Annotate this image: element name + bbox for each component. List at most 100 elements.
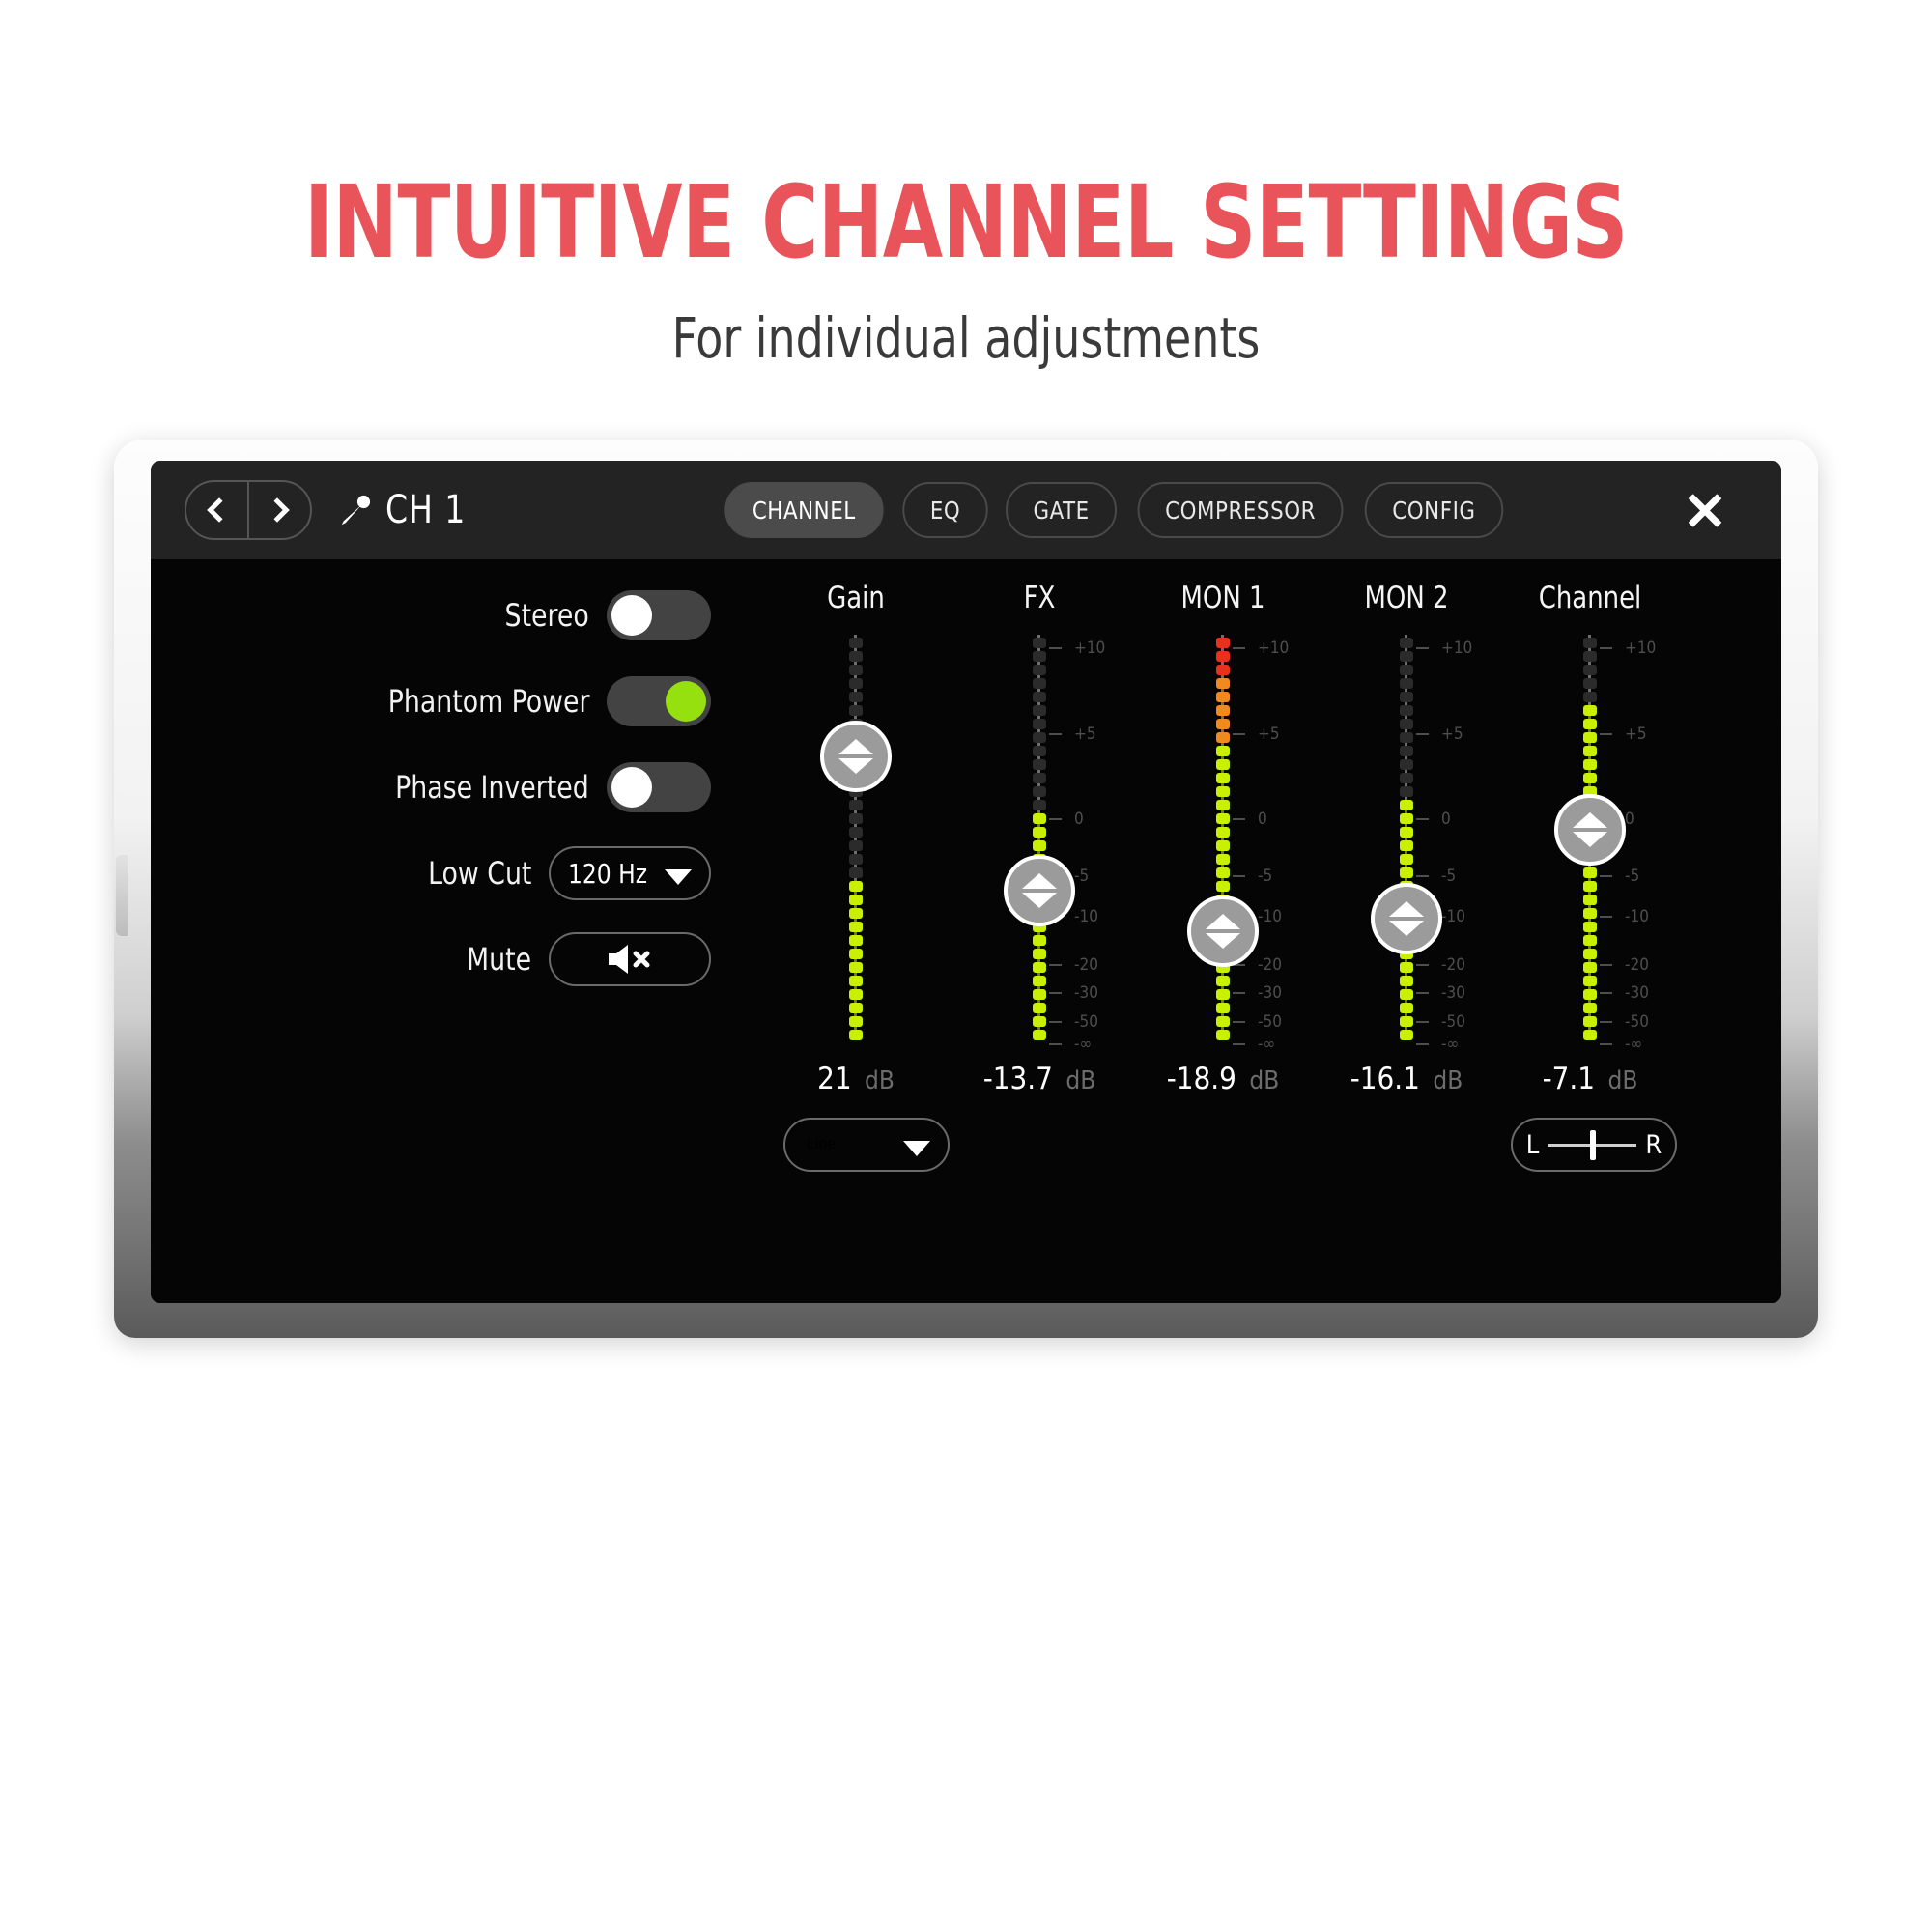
tick-label: -20 xyxy=(1441,955,1465,975)
toggle-knob xyxy=(666,681,706,722)
next-channel-button[interactable] xyxy=(247,482,310,538)
tab-gate[interactable]: GATE xyxy=(1005,482,1117,538)
tick-label: -20 xyxy=(1258,955,1282,975)
scale-tick: +10 xyxy=(1600,639,1656,658)
tick-label: -∞ xyxy=(1074,1034,1093,1054)
channel-settings-body: Stereo Phantom Power Phase Inverted Low … xyxy=(151,559,1781,1303)
fader-handle[interactable] xyxy=(820,721,892,792)
meter-segment xyxy=(1033,638,1046,648)
stereo-toggle[interactable] xyxy=(607,590,711,640)
fader-handle[interactable] xyxy=(1187,895,1259,967)
fader-handle[interactable] xyxy=(1004,854,1075,926)
tick-label: +5 xyxy=(1258,724,1280,744)
phantom-power-toggle[interactable] xyxy=(607,676,711,726)
tick-dash xyxy=(1600,647,1612,650)
meter-segment xyxy=(1583,773,1597,783)
meter-segment xyxy=(1400,678,1413,689)
value-readout: 21 dB xyxy=(769,1062,943,1096)
level-meter xyxy=(1216,635,1230,1040)
tick-label: +10 xyxy=(1441,639,1473,659)
value-unit: dB xyxy=(865,1066,895,1095)
meter-segment xyxy=(1216,719,1230,729)
caret-down-icon xyxy=(665,869,692,885)
meter-segment xyxy=(1033,678,1046,689)
tab-channel[interactable]: CHANNEL xyxy=(724,482,884,538)
pan-control[interactable]: L R xyxy=(1511,1118,1677,1172)
scale-tick: -50 xyxy=(1600,1012,1649,1032)
low-cut-dropdown[interactable]: 120 Hz xyxy=(549,846,711,900)
chevron-left-icon xyxy=(207,497,232,523)
value-number: -18.9 xyxy=(1166,1062,1236,1096)
meter-segment xyxy=(1216,1003,1230,1013)
value-number: 21 xyxy=(817,1062,852,1096)
meter-segment xyxy=(1033,813,1046,824)
tick-label: 0 xyxy=(1074,809,1084,829)
tick-dash xyxy=(1600,964,1612,966)
tick-dash xyxy=(1233,647,1245,650)
tab-compressor[interactable]: COMPRESSOR xyxy=(1137,482,1344,538)
pan-right-label: R xyxy=(1645,1129,1662,1160)
meter-segment xyxy=(1033,759,1046,770)
low-cut-row: Low Cut 120 Hz xyxy=(209,846,711,900)
tick-label: -5 xyxy=(1074,866,1090,886)
meter-segment xyxy=(1216,989,1230,1000)
tick-dash xyxy=(1049,1020,1062,1023)
tick-dash xyxy=(1416,647,1429,650)
tab-config[interactable]: CONFIG xyxy=(1364,482,1504,538)
triangle-down-icon xyxy=(838,758,873,774)
tick-label: -5 xyxy=(1441,866,1457,886)
tick-label: -∞ xyxy=(1441,1034,1460,1054)
fader-handle[interactable] xyxy=(1371,883,1442,954)
meter-segment xyxy=(849,651,863,662)
strip-channel: Channel +10 +5 0 -5 -10 -20 -30 -50 -∞ -7.1 dB xyxy=(1503,559,1677,1303)
tick-dash xyxy=(1049,647,1062,650)
db-scale: +10 +5 0 -5 -10 -20 -30 -50 -∞ xyxy=(1416,631,1503,1054)
meter-segment xyxy=(849,976,863,986)
tick-dash xyxy=(1233,992,1245,995)
close-icon[interactable] xyxy=(1683,488,1727,532)
scale-tick: +5 xyxy=(1600,724,1647,744)
meter-segment xyxy=(1583,949,1597,959)
scale-tick: +10 xyxy=(1416,639,1472,658)
tick-dash xyxy=(1049,1042,1062,1045)
tick-label: -∞ xyxy=(1625,1034,1643,1054)
tick-dash xyxy=(1600,1042,1612,1045)
tick-dash xyxy=(1233,817,1245,820)
meter-segment xyxy=(1033,719,1046,729)
fader-handle[interactable] xyxy=(1554,793,1626,866)
scale-tick: -50 xyxy=(1233,1012,1282,1032)
meter-segment xyxy=(849,935,863,946)
meter-segment xyxy=(1583,678,1597,689)
meter-segment xyxy=(1583,638,1597,648)
meter-segment xyxy=(1583,895,1597,905)
tab-eq[interactable]: EQ xyxy=(901,482,988,538)
tick-label: -10 xyxy=(1625,906,1649,926)
meter-segment xyxy=(1033,827,1046,838)
tick-label: -50 xyxy=(1625,1011,1649,1032)
meter-segment xyxy=(1583,692,1597,702)
meter-segment xyxy=(1033,1016,1046,1027)
level-meter xyxy=(1400,635,1413,1040)
tick-label: +10 xyxy=(1258,639,1290,659)
meter-segment xyxy=(1583,1003,1597,1013)
chevron-right-icon xyxy=(265,497,290,523)
tick-label: -30 xyxy=(1441,983,1465,1004)
meter-segment xyxy=(1033,989,1046,1000)
tick-label: 0 xyxy=(1625,809,1634,829)
mute-button[interactable] xyxy=(549,932,711,986)
tick-dash xyxy=(1233,874,1245,877)
triangle-up-icon xyxy=(1022,872,1057,889)
phase-inverted-label: Phase Inverted xyxy=(395,769,589,806)
meter-segment xyxy=(1216,705,1230,716)
meter-segment xyxy=(1400,800,1413,810)
pan-knob[interactable] xyxy=(1590,1129,1597,1160)
meter-segment xyxy=(849,678,863,689)
mute-row: Mute xyxy=(209,932,711,986)
tick-dash xyxy=(1416,732,1429,735)
stereo-label: Stereo xyxy=(504,597,589,634)
phantom-power-label: Phantom Power xyxy=(387,683,589,720)
phase-inverted-toggle[interactable] xyxy=(607,762,711,812)
tick-label: -5 xyxy=(1258,866,1273,886)
prev-channel-button[interactable] xyxy=(186,482,247,538)
input-source-dropdown[interactable]: Line xyxy=(783,1118,950,1172)
